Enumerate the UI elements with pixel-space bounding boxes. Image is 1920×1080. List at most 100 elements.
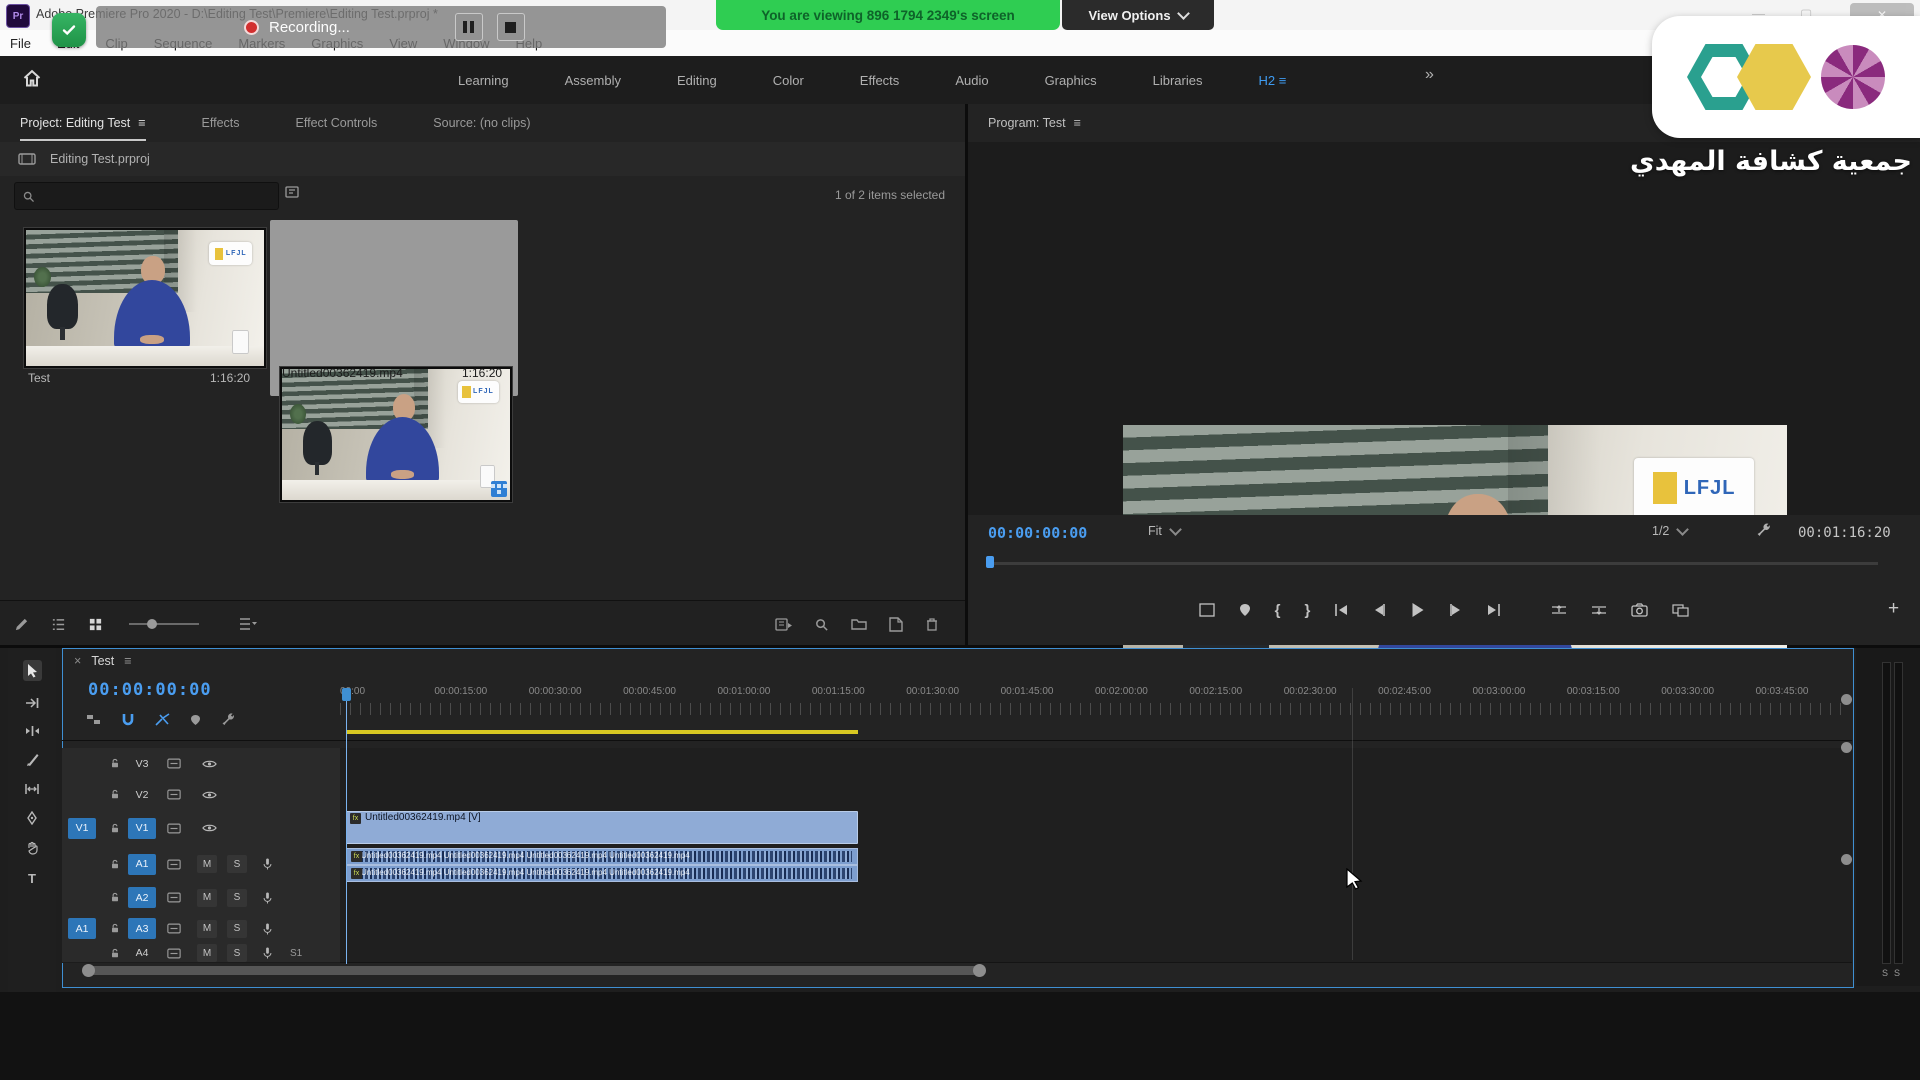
close-icon[interactable]: × <box>74 654 81 668</box>
voiceover-mic-icon[interactable] <box>252 857 282 871</box>
mute-button[interactable]: M <box>197 889 217 907</box>
timeline-timecode[interactable]: 00:00:00:00 <box>88 680 212 700</box>
scrollbar-handle[interactable] <box>1841 694 1852 705</box>
hand-tool[interactable] <box>26 841 39 855</box>
workspace-tab-learning[interactable]: Learning <box>430 73 537 88</box>
lock-icon[interactable] <box>102 858 128 871</box>
add-marker-icon[interactable] <box>190 714 201 726</box>
sync-lock-icon[interactable] <box>156 823 192 834</box>
sync-lock-icon[interactable] <box>156 758 192 769</box>
mark-out-button[interactable]: } <box>1305 602 1311 619</box>
search-bin-filter-icon[interactable] <box>284 184 300 200</box>
work-area-bar[interactable] <box>346 730 858 734</box>
safe-margins-icon[interactable] <box>1199 603 1215 617</box>
solo-button[interactable]: S <box>227 889 247 907</box>
lift-icon[interactable] <box>1551 603 1567 617</box>
solo-button[interactable]: S <box>227 855 247 873</box>
timeline-settings-wrench-icon[interactable] <box>221 712 236 727</box>
new-bin-icon[interactable] <box>851 617 867 631</box>
program-current-timecode[interactable]: 00:00:00:00 <box>988 524 1087 542</box>
toggle-track-output-eye-icon[interactable] <box>192 823 226 833</box>
tab-program[interactable]: Program: Test <box>988 116 1066 130</box>
tab-effect-controls[interactable]: Effect Controls <box>296 116 378 130</box>
track-content-a2[interactable] <box>340 882 1852 914</box>
timeline-playhead-line[interactable] <box>346 688 347 964</box>
lock-icon[interactable] <box>102 922 128 935</box>
icon-view-icon[interactable] <box>88 617 103 632</box>
tab-project[interactable]: Project: Editing Test≡ <box>20 116 146 141</box>
clip-name[interactable]: Test <box>28 371 50 385</box>
type-tool[interactable]: T <box>28 871 36 886</box>
sync-lock-icon[interactable] <box>156 948 192 959</box>
track-content-v3[interactable] <box>340 748 1852 780</box>
add-marker-icon[interactable] <box>1239 603 1251 617</box>
pen-tool[interactable] <box>26 811 38 825</box>
workspace-tab-graphics[interactable]: Graphics <box>1017 73 1125 88</box>
workspace-tab-libraries[interactable]: Libraries <box>1125 73 1231 88</box>
lock-icon[interactable] <box>102 788 128 801</box>
timeline-horizontal-scrollbar[interactable] <box>84 966 984 975</box>
track-badge[interactable]: V3 <box>128 753 156 774</box>
find-icon[interactable] <box>814 617 829 632</box>
slip-tool[interactable] <box>24 783 40 795</box>
voiceover-mic-icon[interactable] <box>252 922 282 936</box>
source-patch-v1[interactable]: V1 <box>68 818 96 839</box>
view-options-button[interactable]: View Options <box>1062 0 1214 30</box>
bin-breadcrumb[interactable]: Editing Test.prproj <box>0 142 983 177</box>
project-search[interactable] <box>14 182 279 210</box>
scrollbar-handle[interactable] <box>1841 742 1852 753</box>
menu-file[interactable]: File <box>10 36 31 51</box>
program-scrubber-rail[interactable] <box>988 562 1878 565</box>
mute-button[interactable]: M <box>197 944 217 962</box>
mark-in-button[interactable]: { <box>1275 602 1281 619</box>
timeline-sequence-tab[interactable]: × Test ≡ <box>74 654 132 668</box>
workspace-overflow-button[interactable]: » <box>1425 66 1434 84</box>
selection-tool[interactable] <box>23 660 42 681</box>
new-item-icon[interactable] <box>889 617 903 632</box>
mute-button[interactable]: M <box>197 855 217 873</box>
video-clip[interactable]: fxUntitled00362419.mp4 [V] <box>346 811 858 844</box>
voiceover-mic-icon[interactable] <box>252 946 282 960</box>
extract-icon[interactable] <box>1591 603 1607 617</box>
toggle-track-output-eye-icon[interactable] <box>192 759 226 769</box>
track-badge[interactable]: V2 <box>128 784 156 805</box>
snap-magnet-icon[interactable] <box>121 713 135 727</box>
stop-recording-button[interactable] <box>497 13 525 41</box>
home-icon[interactable] <box>22 68 42 88</box>
clip-thumbnail-test[interactable]: LFJL <box>24 228 266 368</box>
clip-name[interactable]: Untitled00362419.mp4 <box>282 366 403 380</box>
program-playhead[interactable] <box>986 556 994 568</box>
play-button[interactable] <box>1410 602 1425 618</box>
audio-clip-channel-1[interactable]: Untitled00362419.mp4 Untitled00362419.mp… <box>346 848 858 865</box>
workspace-tab-audio[interactable]: Audio <box>927 73 1016 88</box>
playback-resolution-dropdown[interactable]: 1/2 <box>1652 524 1687 538</box>
mute-button[interactable]: M <box>197 920 217 938</box>
track-badge[interactable]: V1 <box>128 818 156 839</box>
edit-pencil-icon[interactable] <box>14 617 29 632</box>
voiceover-mic-icon[interactable] <box>252 891 282 905</box>
scrollbar-handle[interactable] <box>1841 854 1852 865</box>
lock-icon[interactable] <box>102 947 128 960</box>
workspace-tab-assembly[interactable]: Assembly <box>537 73 649 88</box>
panel-menu-icon[interactable]: ≡ <box>1074 116 1081 130</box>
solo-button[interactable]: S <box>227 920 247 938</box>
project-search-input[interactable] <box>41 188 255 204</box>
track-select-tool[interactable] <box>25 697 40 709</box>
track-badge[interactable]: A1 <box>128 854 156 875</box>
tab-effects[interactable]: Effects <box>202 116 240 130</box>
comparison-view-icon[interactable] <box>1672 603 1689 617</box>
insert-overwrite-icon[interactable] <box>86 713 101 726</box>
track-badge[interactable]: A3 <box>128 918 156 939</box>
thumbnail-zoom-slider[interactable] <box>129 623 199 625</box>
lock-icon[interactable] <box>102 757 128 770</box>
export-frame-camera-icon[interactable] <box>1631 603 1648 617</box>
track-content-a4[interactable] <box>340 944 1852 963</box>
sync-lock-icon[interactable] <box>156 789 192 800</box>
tab-source[interactable]: Source: (no clips) <box>433 116 530 130</box>
panel-menu-icon[interactable]: ≡ <box>124 654 131 668</box>
lock-icon[interactable] <box>102 822 128 835</box>
program-fit-dropdown[interactable]: Fit <box>1148 524 1180 538</box>
workspace-tab-h2[interactable]: H2 ≡ <box>1230 73 1314 88</box>
workspace-tab-effects[interactable]: Effects <box>832 73 928 88</box>
track-badge[interactable]: A2 <box>128 887 156 908</box>
